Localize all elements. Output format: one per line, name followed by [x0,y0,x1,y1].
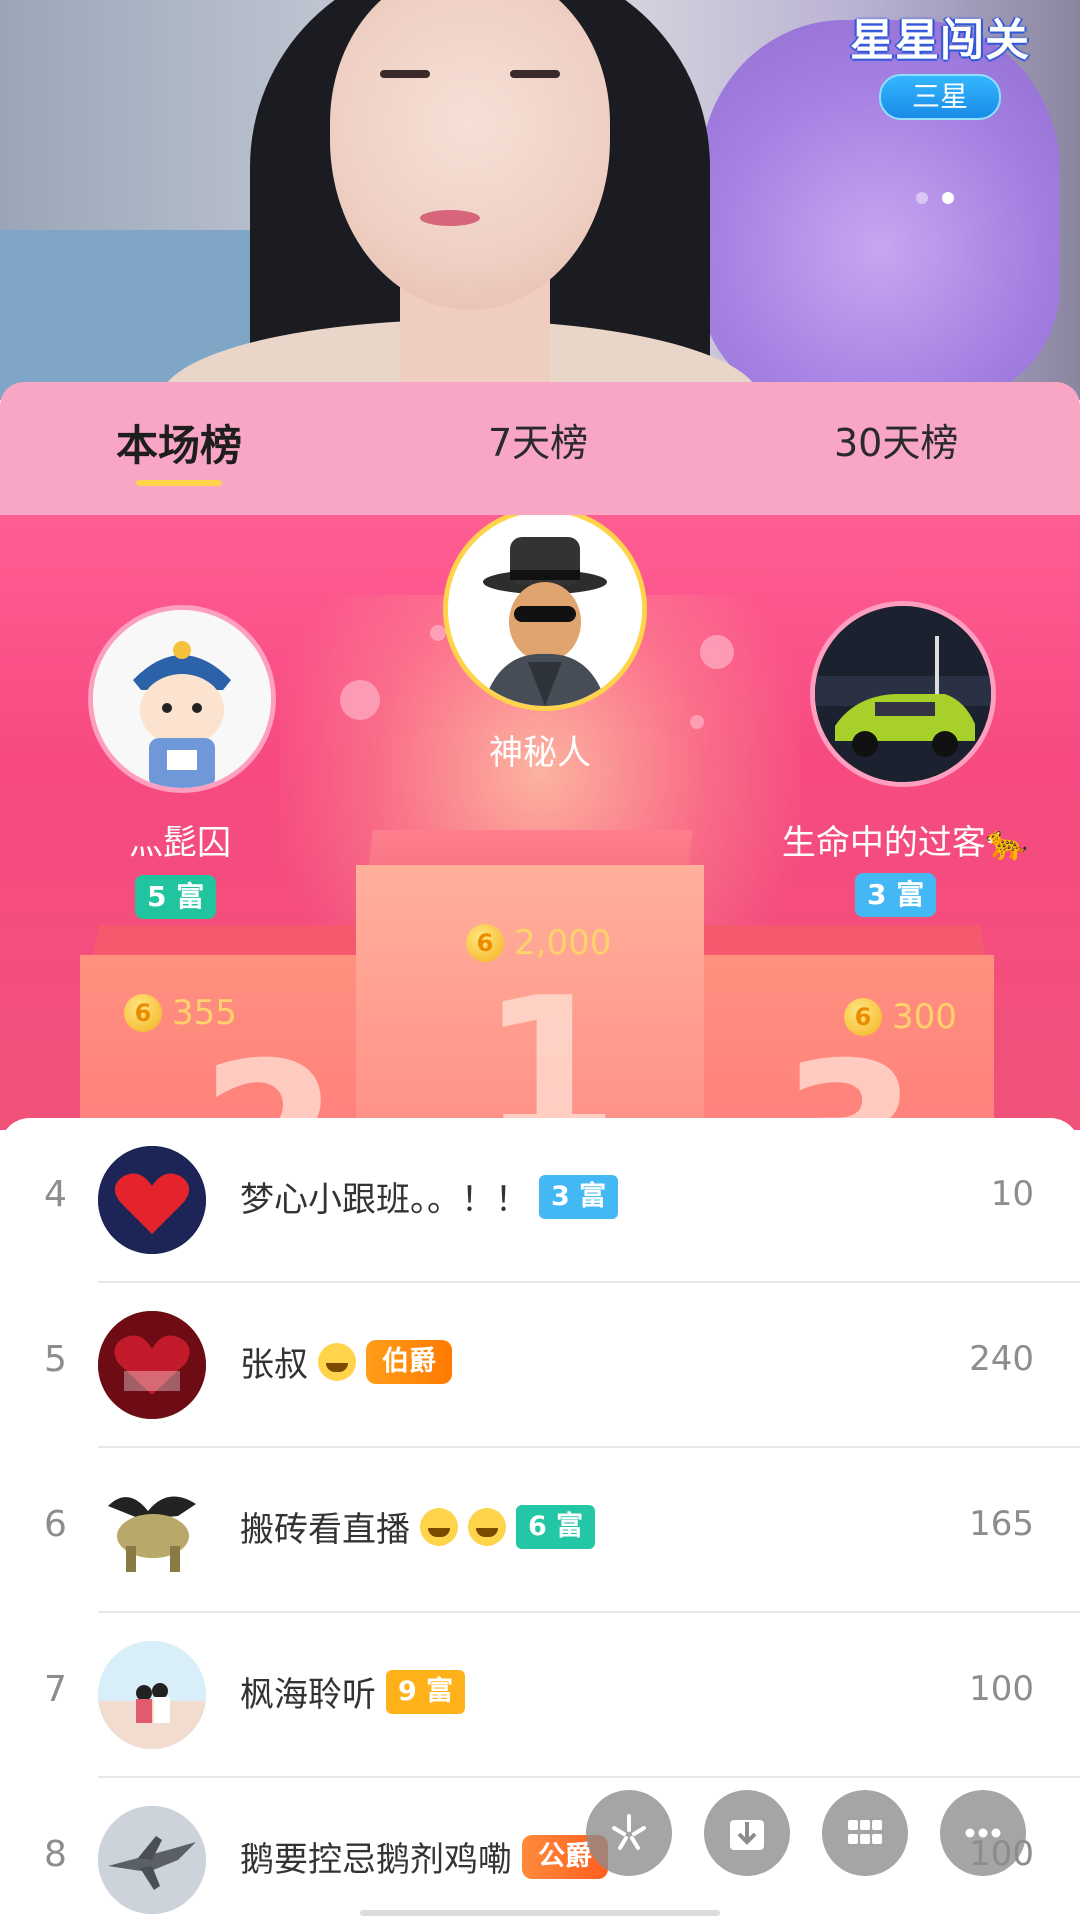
podium-number-1: 1 [480,955,620,1130]
noble-badge: 伯爵 [366,1339,452,1384]
more-button[interactable] [940,1790,1026,1876]
decor-bubble [430,625,446,641]
nickname: 鹅要控忌鹅剂鸡嘞 [240,1840,512,1880]
green-car-icon [815,606,991,782]
tab-7-days[interactable]: 7天榜 [488,412,588,467]
beach-couple-avatar-icon [98,1641,206,1749]
avatar[interactable] [98,1806,206,1914]
list-nickname: 搬砖看直播 6 富 [240,1502,596,1551]
bull-avatar-icon [98,1476,206,1584]
sparkle-heart-avatar-icon [98,1311,206,1419]
third-wealth-badge: 3 富 [855,873,937,917]
second-score-value: 355 [172,993,237,1033]
rank-number: 8 [44,1834,67,1875]
nickname: 枫海聆听 [240,1675,376,1715]
list-item[interactable]: 4 梦心小跟班。。！！ 3 富 10 [0,1118,1080,1283]
second-score: 6 355 [124,993,237,1033]
fighter-jet-avatar-icon [98,1806,206,1914]
nickname: 梦心小跟班。。！！ [240,1180,529,1220]
top3-podium: 1 2 3 神秘人 6 2,000 灬髭囚 5 富 [0,515,1080,1130]
grid-button[interactable] [822,1790,908,1876]
list-nickname: 鹅要控忌鹅剂鸡嘞 公爵 [240,1832,608,1881]
rank-number: 6 [44,1504,67,1545]
game-level-pill: 三星 [879,74,1001,120]
active-tab-underline [136,480,222,486]
nickname: 搬砖看直播 [240,1510,410,1550]
sparkle-icon [612,1814,646,1850]
podium-number-2: 2 [200,1020,339,1130]
game-title: 星星闯关 [850,15,1030,66]
avatar-second[interactable] [88,605,276,793]
list-nickname: 梦心小跟班。。！！ 3 富 [240,1172,619,1221]
streamer-eye-left [380,70,430,78]
list-item[interactable]: 5 张叔 伯爵 240 [0,1283,1080,1448]
first-score-value: 2,000 [514,923,612,963]
download-icon [730,1820,764,1850]
third-score: 6 300 [844,997,957,1037]
home-indicator[interactable] [360,1910,720,1916]
wealth-badge: 3 富 [539,1174,619,1219]
rank-number: 7 [44,1669,67,1710]
rank-number: 5 [44,1339,67,1380]
list-nickname: 枫海聆听 9 富 [240,1667,466,1716]
download-button[interactable] [704,1790,790,1876]
more-icon [965,1828,1001,1838]
coin-icon: 6 [466,924,504,962]
decor-bubble [340,680,380,720]
first-name: 神秘人 [489,733,591,773]
third-name: 生命中的过客🐆 [781,823,1029,863]
decor-bubble [700,635,734,669]
avatar-first[interactable] [443,515,647,711]
contribution-value: 10 [990,1174,1034,1214]
coin-icon: 6 [124,994,162,1032]
nickname: 张叔 [240,1345,308,1385]
page-dot-active [942,192,954,204]
avatar[interactable] [98,1146,206,1254]
contribution-value: 240 [969,1339,1034,1379]
game-badge[interactable]: 星星闯关 三星 [850,4,1030,120]
third-score-value: 300 [892,997,957,1037]
avatar[interactable] [98,1641,206,1749]
first-score: 6 2,000 [466,923,611,963]
list-nickname: 张叔 伯爵 [240,1337,452,1386]
heart-avatar-icon [98,1146,206,1254]
grin-emoji-icon [420,1507,458,1546]
list-item[interactable]: 6 搬砖看直播 6 富 165 [0,1448,1080,1613]
streamer-lips [420,210,480,226]
avatar[interactable] [98,1476,206,1584]
grid-icon [848,1820,882,1844]
mystery-person-icon [448,515,642,706]
wealth-badge: 6 富 [516,1504,596,1549]
rank-number: 4 [44,1174,67,1215]
contribution-value: 100 [969,1669,1034,1709]
tab-30-days[interactable]: 30天榜 [834,412,958,467]
coin-icon: 6 [844,998,882,1036]
decor-bubble [690,715,704,729]
live-stream-video[interactable]: 星星闯关 三星 [0,0,1080,400]
wealth-badge: 9 富 [386,1669,466,1714]
cartoon-boy-icon [93,610,271,788]
streamer-eye-right [510,70,560,78]
grin-emoji-icon [468,1507,506,1546]
contribution-value: 165 [969,1504,1034,1544]
page-dot [916,192,928,204]
floating-action-bar [586,1790,1026,1876]
avatar-third[interactable] [810,601,996,787]
avatar[interactable] [98,1311,206,1419]
list-item[interactable]: 7 枫海聆听 9 富 100 [0,1613,1080,1778]
tab-current-show[interactable]: 本场榜 [116,412,242,473]
ranking-tabs: 本场榜 7天榜 30天榜 [0,382,1080,515]
second-wealth-badge: 5 富 [135,875,217,919]
sparkle-button[interactable] [586,1790,672,1876]
grin-emoji-icon [318,1342,356,1381]
second-name: 灬髭囚 [129,823,231,863]
page-indicator [916,192,954,204]
